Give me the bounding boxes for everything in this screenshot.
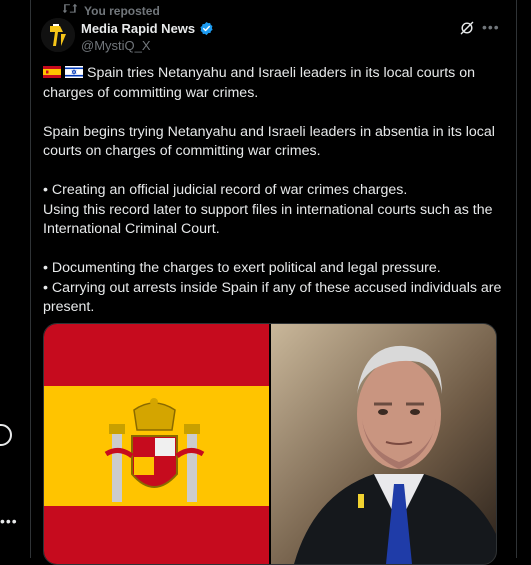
repost-icon (62, 3, 78, 18)
repost-label: You reposted (84, 3, 160, 18)
bullet-2: • Documenting the charges to exert polit… (43, 260, 441, 276)
spain-flag-icon (43, 66, 61, 78)
tweet-text: Spain tries Netanyahu and Israeli leader… (43, 64, 505, 337)
tweet-headline: Spain tries Netanyahu and Israeli leader… (43, 65, 476, 101)
nav-circle-icon[interactable] (0, 424, 12, 446)
israel-flag-icon (65, 66, 83, 78)
tweet-bullets-2-3: • Documenting the charges to exert polit… (43, 259, 505, 318)
tweet-headline-paragraph: Spain tries Netanyahu and Israeli leader… (43, 64, 505, 103)
more-icon[interactable]: ••• (482, 19, 500, 35)
tweet-bullet-1: • Creating an official judicial record o… (43, 181, 505, 240)
tweet-paragraph-2: Spain begins trying Netanyahu and Israel… (43, 123, 495, 160)
repost-indicator: You reposted (62, 3, 160, 18)
left-rail: ••• (0, 0, 30, 558)
avatar[interactable] (41, 18, 75, 52)
column-divider-right (516, 0, 517, 558)
tweet-media[interactable] (43, 323, 497, 565)
nav-more-icon[interactable]: ••• (0, 513, 18, 529)
bullet-1-line-2: Using this record later to support files… (43, 201, 493, 238)
author-name[interactable]: Media Rapid News (81, 21, 195, 36)
media-image[interactable] (44, 324, 496, 564)
bullet-3: • Carrying out arrests inside Spain if a… (43, 279, 502, 316)
author-handle[interactable]: @MystiQ_X (81, 38, 151, 53)
grok-icon[interactable] (459, 20, 475, 36)
tweet[interactable]: You reposted Media Rapid News @MystiQ_X … (31, 0, 516, 565)
bullet-1-line-1: • Creating an official judicial record o… (43, 182, 408, 198)
verified-badge-icon (200, 21, 213, 36)
